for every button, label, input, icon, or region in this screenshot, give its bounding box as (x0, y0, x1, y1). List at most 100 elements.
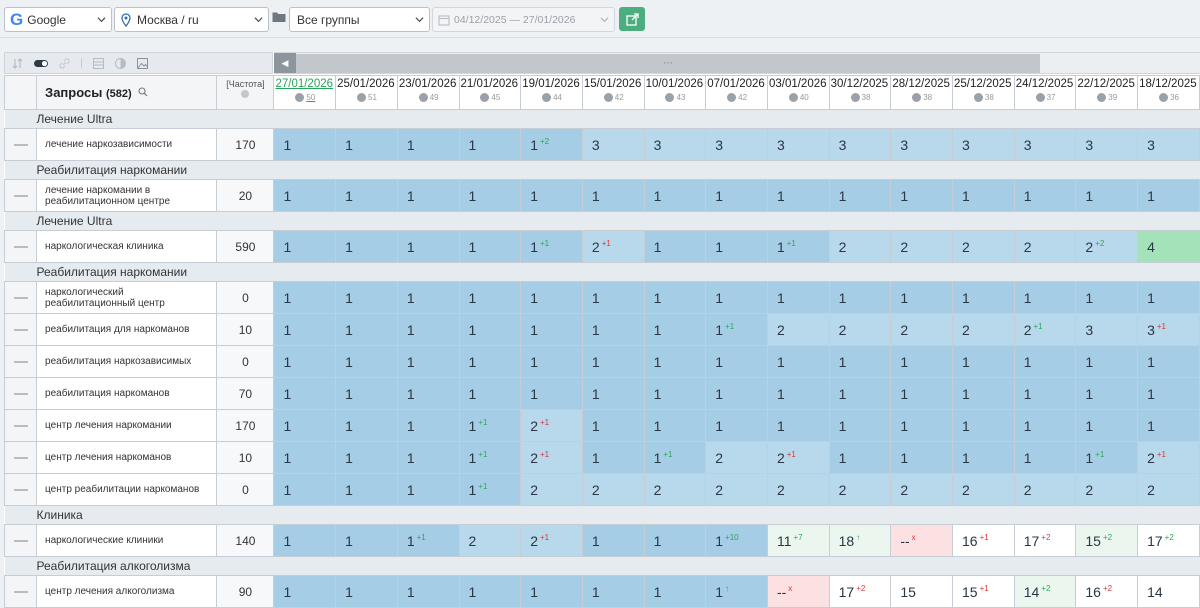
search-icon[interactable] (138, 87, 148, 97)
position-cell[interactable]: 1 +1 (705, 313, 768, 346)
group-select[interactable]: Все группы (289, 7, 430, 32)
date-column-header[interactable]: 27/01/2026 50 (273, 75, 337, 110)
position-cell[interactable]: 1 (705, 409, 768, 442)
position-cell[interactable]: 1 (273, 313, 337, 346)
position-cell[interactable]: 2 (581, 473, 645, 506)
position-cell[interactable]: 1 +1 (766, 230, 830, 263)
position-cell[interactable]: 1 (705, 230, 768, 263)
position-cell[interactable]: 1 (458, 313, 522, 346)
row-handle[interactable] (3, 473, 38, 506)
position-cell[interactable]: 1 (890, 377, 954, 410)
position-cell[interactable]: 1 (890, 345, 954, 378)
date-column-header[interactable]: 24/12/2025 37 (1013, 75, 1077, 110)
date-range-picker[interactable]: 04/12/2025 — 27/01/2026 (432, 7, 615, 32)
position-cell[interactable]: 1 (1075, 179, 1139, 212)
date-column-header[interactable]: 30/12/2025 38 (828, 75, 892, 110)
date-column-header[interactable]: 22/12/2025 39 (1075, 75, 1139, 110)
position-cell[interactable]: 1 (643, 179, 707, 212)
position-cell[interactable]: 2 (890, 313, 954, 346)
position-cell[interactable]: 1 (890, 441, 954, 474)
query-cell[interactable]: наркологическая клиника (36, 230, 218, 263)
position-cell[interactable]: 2 +1 (1013, 313, 1077, 346)
position-cell[interactable]: 1 (458, 345, 522, 378)
position-cell[interactable]: 1 (643, 313, 707, 346)
toggle-icon[interactable] (33, 57, 49, 70)
position-cell[interactable]: 1 (335, 179, 398, 212)
position-cell[interactable]: 11 +7 (766, 524, 830, 557)
position-cell[interactable]: 1 (1137, 409, 1200, 442)
position-cell[interactable]: 2 (766, 313, 830, 346)
position-cell[interactable]: 2 (828, 230, 892, 263)
row-handle[interactable] (3, 179, 38, 212)
position-cell[interactable]: 1 (1013, 281, 1077, 314)
position-cell[interactable]: 1 (643, 575, 707, 608)
position-cell[interactable]: 1 (273, 345, 337, 378)
position-cell[interactable]: 17 +2 (1013, 524, 1077, 557)
position-cell[interactable]: 1 (396, 345, 460, 378)
date-column-header[interactable]: 18/12/2025 36 (1137, 75, 1200, 110)
position-cell[interactable]: 1 (335, 377, 398, 410)
query-cell[interactable]: лечение наркомании в реабилитационном це… (36, 179, 218, 212)
query-cell[interactable]: наркологические клиники (36, 524, 218, 557)
position-cell[interactable]: 1 +1 (1075, 441, 1139, 474)
position-cell[interactable]: 2 (890, 230, 954, 263)
position-cell[interactable]: 1 (335, 281, 398, 314)
position-cell[interactable]: 3 (1075, 313, 1139, 346)
row-handle[interactable] (3, 409, 38, 442)
position-cell[interactable]: 1 (1013, 377, 1077, 410)
position-cell[interactable]: 1 (766, 281, 830, 314)
position-cell[interactable]: 1 (273, 409, 337, 442)
position-cell[interactable]: 2 +1 (766, 441, 830, 474)
position-cell[interactable]: 1 (520, 179, 583, 212)
position-cell[interactable]: 2 (520, 473, 583, 506)
position-cell[interactable]: 17 +2 (828, 575, 892, 608)
date-column-header[interactable]: 21/01/2026 45 (458, 75, 522, 110)
query-cell[interactable]: реабилитация для наркоманов (36, 313, 218, 346)
position-cell[interactable]: 1 (952, 377, 1015, 410)
position-cell[interactable]: 1 (643, 281, 707, 314)
position-cell[interactable]: 1 (335, 128, 398, 161)
position-cell[interactable]: 1 (705, 281, 768, 314)
position-cell[interactable]: 1 +1 (520, 230, 583, 263)
export-button[interactable] (619, 7, 645, 31)
position-cell[interactable]: 1 (273, 441, 337, 474)
position-cell[interactable]: 1 (581, 409, 645, 442)
position-cell[interactable]: 1 (643, 524, 707, 557)
row-handle[interactable] (3, 281, 38, 314)
position-cell[interactable]: -- x (890, 524, 954, 557)
position-cell[interactable]: 1 (335, 441, 398, 474)
position-cell[interactable]: 1 (1075, 345, 1139, 378)
query-cell[interactable]: центр лечения наркомании (36, 409, 218, 442)
row-handle[interactable] (3, 345, 38, 378)
position-cell[interactable]: 1 (396, 128, 460, 161)
position-cell[interactable]: 1 (581, 441, 645, 474)
position-cell[interactable]: 2 (705, 441, 768, 474)
position-cell[interactable]: 2 (643, 473, 707, 506)
position-cell[interactable]: 1 +10 (705, 524, 768, 557)
position-cell[interactable]: 1 +1 (458, 441, 522, 474)
position-cell[interactable]: 3 (952, 128, 1015, 161)
position-cell[interactable]: 2 +1 (520, 441, 583, 474)
frequency-column-header[interactable]: [Частота] (216, 75, 275, 110)
position-cell[interactable]: 1 (273, 524, 337, 557)
date-column-header[interactable]: 03/01/2026 40 (766, 75, 830, 110)
position-cell[interactable]: 1 (520, 345, 583, 378)
position-cell[interactable]: 1 (1075, 377, 1139, 410)
query-cell[interactable]: центр лечения алкоголизма (36, 575, 218, 608)
position-cell[interactable]: 1 (705, 179, 768, 212)
row-handle[interactable] (3, 575, 38, 608)
date-column-header[interactable]: 10/01/2026 43 (643, 75, 707, 110)
position-cell[interactable]: 2 +1 (1137, 441, 1200, 474)
position-cell[interactable]: 3 (643, 128, 707, 161)
image-icon[interactable] (136, 57, 149, 70)
position-cell[interactable]: 1 (335, 230, 398, 263)
scroll-thumb[interactable]: ⋯ (296, 54, 1040, 73)
position-cell[interactable]: 1 (396, 230, 460, 263)
position-cell[interactable]: 1 +1 (396, 524, 460, 557)
position-cell[interactable]: 1 (1013, 441, 1077, 474)
position-cell[interactable]: 2 (1013, 473, 1077, 506)
position-cell[interactable]: 1 ↑ (705, 575, 768, 608)
position-cell[interactable]: 1 (458, 179, 522, 212)
position-cell[interactable]: 3 (828, 128, 892, 161)
row-handle[interactable] (3, 524, 38, 557)
